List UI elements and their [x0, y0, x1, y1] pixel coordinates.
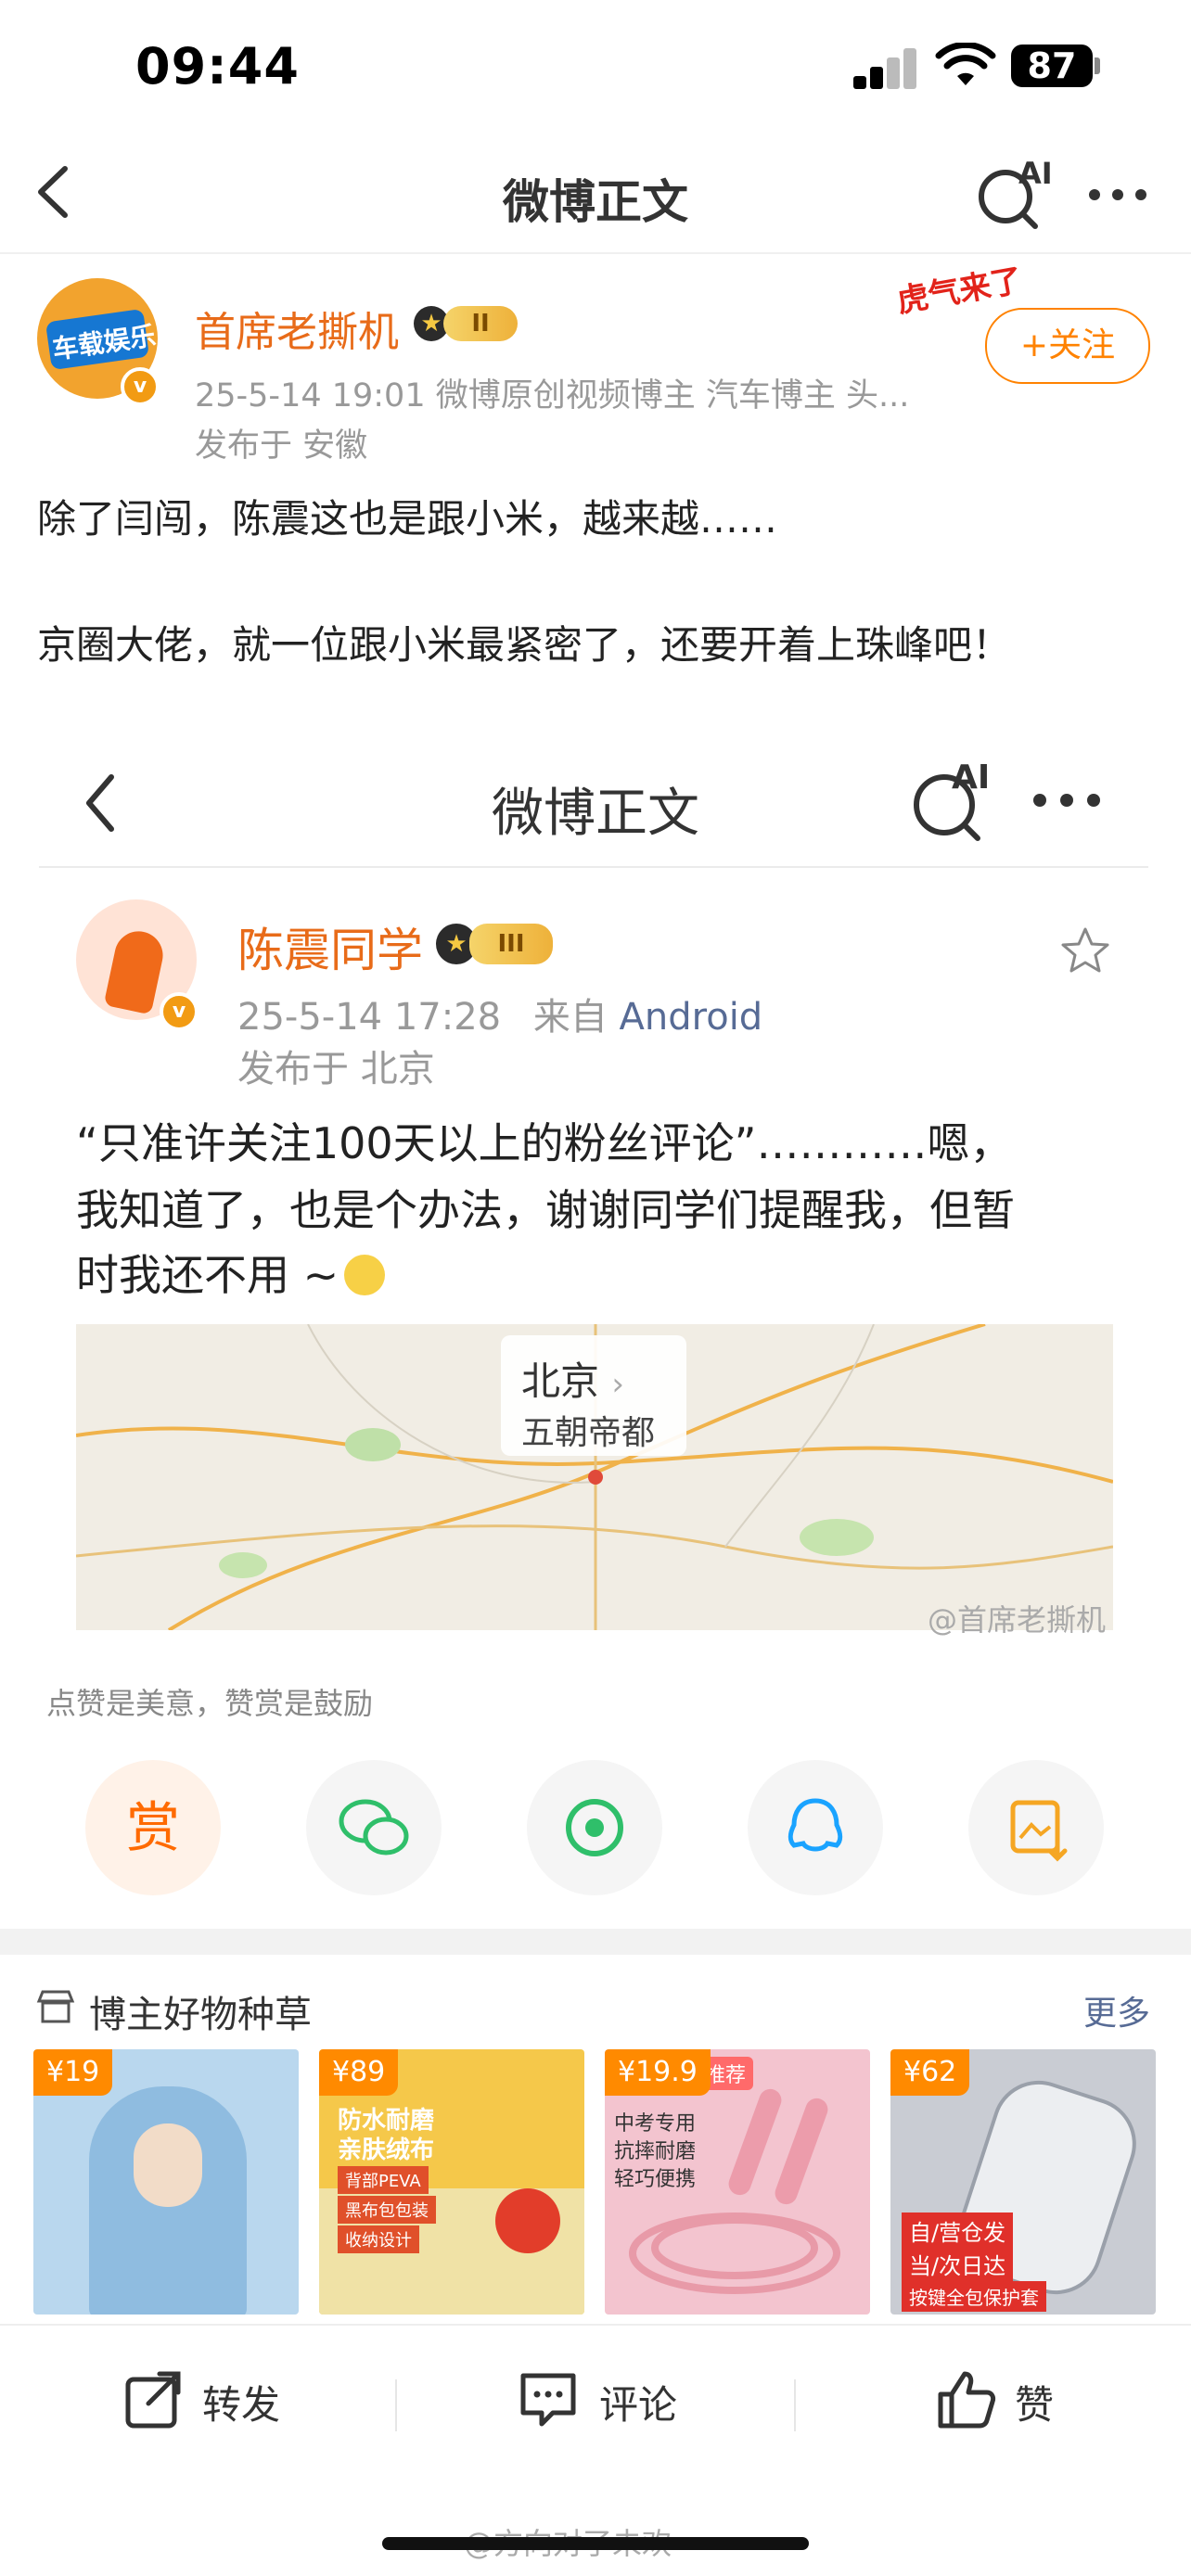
product-card[interactable]: 推荐 中考专用 抗摔耐磨 轻巧便携 ¥19.9 — [605, 2049, 870, 2315]
section-divider — [0, 1929, 1191, 1955]
ai-search-button[interactable]: AI — [974, 156, 1057, 230]
product-price: ¥89 — [319, 2049, 399, 2096]
share-wechat-button[interactable] — [306, 1760, 442, 1895]
product-caption: 中考专用 — [614, 2112, 697, 2136]
product-caption: 抗摔耐磨 — [614, 2140, 697, 2163]
embedded-post-location: 发布于 北京 — [237, 1048, 435, 1090]
post-location: 发布于 安徽 — [195, 427, 368, 465]
map-city-subtitle: 五朝帝都 — [521, 1414, 656, 1452]
product-caption: 黑布包包装 — [338, 2196, 436, 2224]
like-thumb-icon — [938, 2371, 996, 2429]
qq-icon — [788, 1798, 843, 1852]
product-card[interactable]: ¥19 — [33, 2049, 299, 2315]
embedded-text-line: 时我还不用 ~ — [76, 1250, 339, 1300]
share-moments-button[interactable] — [527, 1760, 662, 1895]
repost-button[interactable]: 转发 — [202, 2374, 280, 2430]
wifi-icon — [935, 43, 996, 85]
embedded-level-badge: III — [469, 924, 553, 964]
embedded-from-label: 来自 — [532, 996, 608, 1039]
smile-emoji-icon — [344, 1254, 386, 1295]
chevron-right-icon: › — [611, 1366, 624, 1403]
verified-badge-icon: v — [121, 367, 160, 406]
product-caption: 自/营仓发 — [902, 2213, 1014, 2249]
product-caption: 收纳设计 — [338, 2225, 419, 2253]
map-city-name: 北京 › — [521, 1358, 624, 1404]
action-separator — [395, 2379, 397, 2431]
embedded-author-name: 陈震同学 — [237, 924, 423, 977]
goods-more-link[interactable]: 更多 — [1083, 1986, 1150, 2034]
embedded-post-meta: 25-5-14 17:28 来自 Android — [237, 987, 762, 1040]
embedded-post-time: 25-5-14 17:28 — [237, 996, 502, 1039]
embedded-text-line: “只准许关注100天以上的粉丝评论”…………嗯， — [76, 1118, 1013, 1168]
product-caption: 当/次日达 — [902, 2246, 1014, 2282]
product-caption: 按键全包保护套 — [902, 2281, 1046, 2312]
product-caption: 轻巧便携 — [614, 2168, 697, 2191]
comment-icon — [520, 2373, 576, 2427]
product-price: ¥19.9 — [605, 2049, 711, 2096]
comment-button[interactable]: 评论 — [599, 2374, 677, 2430]
embedded-verified-badge-icon: v — [160, 992, 198, 1031]
embedded-source: Android — [619, 996, 763, 1039]
nav-divider — [0, 252, 1191, 254]
embedded-page-title: 微博正文 — [492, 784, 699, 844]
post-meta: 25-5-14 19:01 微博原创视频博主 汽车博主 头... — [195, 377, 910, 414]
reward-tip: 点赞是美意，赞赏是鼓励 — [46, 1686, 374, 1721]
author-name[interactable]: 首席老撕机 — [195, 299, 399, 358]
embedded-ai-search-icon: AI — [909, 759, 1002, 842]
product-price: ¥62 — [890, 2049, 970, 2096]
product-price: ¥19 — [33, 2049, 113, 2096]
product-caption: 亲肤绒布 — [338, 2136, 435, 2164]
post-text-line: 除了闫闯，陈震这也是跟小米，越来越…… — [37, 496, 778, 542]
save-image-icon — [1010, 1800, 1068, 1862]
action-separator — [794, 2379, 796, 2431]
reward-button[interactable]: 赏 — [85, 1760, 221, 1895]
product-caption: 背部PEVA — [338, 2166, 429, 2194]
embedded-more-icon — [1033, 794, 1100, 807]
product-card[interactable]: 防水耐磨 亲肤绒布 背部PEVA 黑布包包装 收纳设计 ¥89 — [319, 2049, 584, 2315]
like-button[interactable]: 赞 — [1015, 2374, 1054, 2430]
share-qq-button[interactable] — [748, 1760, 883, 1895]
image-watermark: @首席老撕机 — [928, 1602, 1107, 1638]
post-text-line: 京圈大佬，就一位跟小米最紧密了，还要开着上珠峰吧！ — [37, 622, 1012, 668]
cellular-signal-icon — [853, 46, 918, 89]
more-icon[interactable] — [1085, 185, 1150, 204]
ai-label: AI — [1018, 156, 1053, 191]
product-card[interactable]: 自/营仓发 当/次日达 按键全包保护套 ¥62 — [890, 2049, 1156, 2315]
save-image-button[interactable] — [968, 1760, 1104, 1895]
battery-indicator: 87 — [1011, 45, 1093, 87]
goods-section-title: 博主好物种草 — [89, 1994, 312, 2036]
level-badge: II — [443, 306, 518, 341]
status-time: 09:44 — [135, 37, 300, 96]
favorite-star-icon — [1061, 927, 1109, 973]
home-indicator — [382, 2537, 809, 2550]
shop-icon — [36, 1990, 75, 2023]
embedded-divider — [39, 866, 1148, 868]
embedded-text-line-last: 时我还不用 ~ — [76, 1243, 386, 1307]
repost-icon — [125, 2371, 181, 2429]
follow-button[interactable]: +关注 — [985, 308, 1150, 384]
action-bar-divider — [0, 2324, 1191, 2326]
moments-icon — [566, 1799, 623, 1856]
embedded-text-line: 我知道了，也是个办法，谢谢同学们提醒我，但暂 — [76, 1185, 1015, 1235]
battery-cap — [1095, 57, 1100, 74]
wechat-icon — [339, 1799, 409, 1855]
embedded-ai-label: AI — [952, 759, 991, 797]
